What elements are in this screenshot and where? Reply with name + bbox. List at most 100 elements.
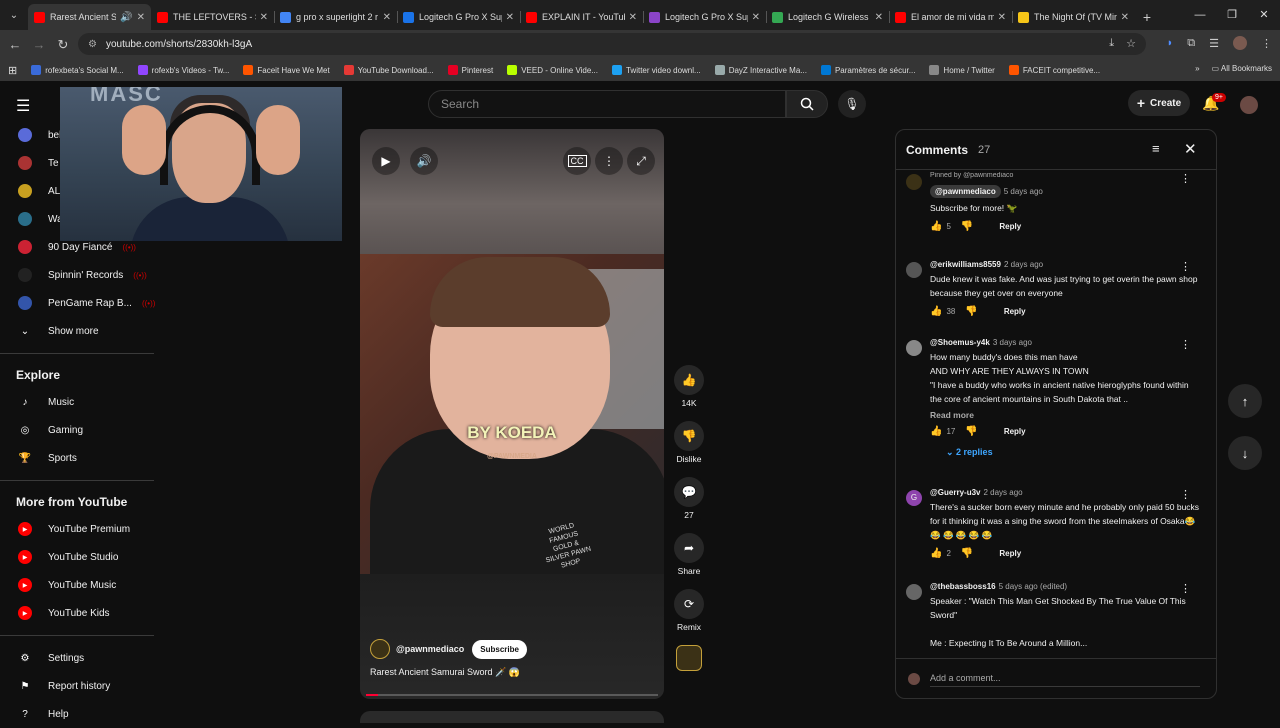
account-avatar[interactable] (1240, 96, 1258, 114)
more-from-youtube-item[interactable]: ▶ YouTube Music (0, 571, 154, 599)
tab-close-icon[interactable]: ✕ (383, 12, 391, 23)
tab-close-icon[interactable]: ✕ (875, 12, 883, 23)
bookmark-item[interactable]: YouTube Download... (343, 65, 434, 75)
subscription-item[interactable]: PenGame Rap B... ((•)) (0, 289, 155, 317)
chrome-menu-icon[interactable]: ⋮ (1261, 37, 1272, 50)
commenter-avatar[interactable] (906, 262, 922, 278)
bookmark-item[interactable]: Home / Twitter (929, 65, 995, 75)
comments-list[interactable]: Pinned by @pawnmediaco @pawnmediaco 5 days… (896, 172, 1216, 658)
reply-button[interactable]: Reply (1004, 307, 1026, 316)
subscription-item[interactable]: Spinnin' Records ((•)) (0, 261, 154, 289)
channel-avatar[interactable] (370, 639, 390, 659)
volume-button[interactable]: 🔊 (410, 147, 438, 175)
bookmark-item[interactable]: FACEIT competitive... (1008, 65, 1100, 75)
more-from-youtube-item[interactable]: ▶ YouTube Kids (0, 599, 154, 627)
install-app-icon[interactable]: ⤓ (1109, 37, 1114, 50)
settings-item[interactable]: ⚑ Report history (0, 672, 154, 700)
bookmark-item[interactable]: Paramètres de sécur... (820, 65, 915, 75)
more-from-youtube-item[interactable]: ▶ YouTube Studio (0, 543, 154, 571)
fullscreen-button[interactable]: ⤢ (627, 147, 655, 175)
comment-author[interactable]: @Shoemus-y4k (930, 338, 990, 347)
thumbs-down-icon[interactable]: 👎 (961, 548, 973, 559)
more-bookmarks-icon[interactable]: » (1195, 64, 1199, 73)
close-window-button[interactable]: ✕ (1248, 0, 1280, 30)
settings-item[interactable]: ? Help (0, 700, 154, 728)
dislike-action[interactable]: 👎 Dislike (672, 421, 706, 464)
comment-author[interactable]: @Guerry-u3v (930, 488, 980, 497)
next-short-button[interactable]: ↓ (1228, 436, 1262, 470)
captions-button[interactable]: CC (563, 147, 591, 175)
search-input[interactable]: Search (428, 90, 786, 118)
explore-item[interactable]: ♪ Music (0, 388, 154, 416)
explore-item[interactable]: ◎ Gaming (0, 416, 154, 444)
show-more-button[interactable]: ⌄ Show more (0, 317, 154, 345)
minimize-button[interactable]: — (1184, 0, 1216, 30)
more-options-button[interactable]: ⋮ (595, 147, 623, 175)
view-replies-button[interactable]: ⌄ 2 replies (946, 447, 1200, 458)
bookmark-item[interactable]: Pinterest (447, 65, 493, 75)
previous-short-button[interactable]: ↑ (1228, 384, 1262, 418)
reading-list-icon[interactable]: ☰ (1209, 37, 1219, 50)
close-icon[interactable]: ✕ (1184, 140, 1197, 158)
reply-button[interactable]: Reply (999, 549, 1021, 558)
browser-tab[interactable]: Rarest Ancient Sa 🔊 ✕ (28, 4, 151, 30)
browser-tab[interactable]: Logitech G Wireless G ✕ (766, 4, 889, 30)
url-bar[interactable]: ⚙ youtube.com/shorts/2830kh-l3gA ⤓ ☆ (78, 33, 1146, 55)
tab-close-icon[interactable]: ✕ (137, 12, 145, 23)
thumbs-down-icon[interactable]: 👎 (965, 306, 977, 317)
all-bookmarks[interactable]: ▭ All Bookmarks (1212, 64, 1272, 73)
channel-name[interactable]: @pawnmediaco (396, 644, 464, 654)
like-action[interactable]: 👍 14K (672, 365, 706, 408)
search-button[interactable] (786, 90, 828, 118)
bookmark-star-icon[interactable]: ☆ (1126, 37, 1136, 50)
settings-item[interactable]: ⚙ Settings (0, 644, 154, 672)
bookmark-item[interactable]: rofexb's Videos - Tw... (137, 65, 229, 75)
add-comment-input[interactable]: Add a comment... (930, 673, 1200, 687)
thumbs-down-icon[interactable]: 👎 (961, 221, 973, 232)
comments-action[interactable]: 💬 27 (672, 477, 706, 520)
tab-audio-icon[interactable]: 🔊 (120, 12, 132, 23)
thumbs-up-icon[interactable]: 👍 (930, 221, 942, 232)
tab-close-icon[interactable]: ✕ (998, 12, 1006, 23)
bookmark-item[interactable]: rofexbeta's Social M... (31, 65, 124, 75)
tab-close-icon[interactable]: ✕ (629, 12, 637, 23)
apps-grid-icon[interactable]: ⊞ (8, 64, 17, 77)
tab-close-icon[interactable]: ✕ (260, 12, 268, 23)
share-action[interactable]: ➦ Share (672, 533, 706, 576)
tab-close-icon[interactable]: ✕ (752, 12, 760, 23)
menu-icon[interactable]: ☰ (16, 96, 30, 116)
commenter-avatar[interactable] (906, 340, 922, 356)
extension-icon[interactable]: ◗ (1167, 37, 1174, 49)
site-info-icon[interactable]: ⚙ (88, 39, 97, 50)
back-icon[interactable]: ← (3, 37, 27, 52)
play-button[interactable]: ▶ (372, 147, 400, 175)
progress-bar[interactable] (366, 694, 658, 696)
bookmark-item[interactable]: Twitter video downl... (611, 65, 701, 75)
more-vert-icon[interactable]: ⋮ (1180, 488, 1191, 501)
tab-search-button[interactable]: ⌄ (0, 0, 28, 30)
next-short-preview[interactable] (360, 711, 664, 723)
tab-close-icon[interactable]: ✕ (506, 12, 514, 23)
more-vert-icon[interactable]: ⋮ (1180, 338, 1191, 351)
comment-author[interactable]: @thebassboss16 (930, 582, 996, 591)
reload-icon[interactable]: ↻ (51, 37, 75, 53)
browser-tab[interactable]: The Night Of (TV Min ✕ (1012, 4, 1135, 30)
thumbs-down-icon[interactable]: 👎 (965, 426, 977, 437)
browser-tab[interactable]: g pro x superlight 2 r ✕ (274, 4, 397, 30)
more-vert-icon[interactable]: ⋮ (1180, 582, 1191, 595)
commenter-avatar[interactable] (906, 174, 922, 190)
bookmark-item[interactable]: DayZ Interactive Ma... (714, 65, 807, 75)
thumbs-up-icon[interactable]: 👍 (930, 306, 942, 317)
bookmark-item[interactable]: VEED - Online Vide... (507, 65, 598, 75)
extensions-puzzle-icon[interactable]: ⧉ (1187, 37, 1195, 50)
reply-button[interactable]: Reply (999, 222, 1021, 231)
more-vert-icon[interactable]: ⋮ (1180, 260, 1191, 273)
commenter-avatar[interactable] (906, 584, 922, 600)
more-vert-icon[interactable]: ⋮ (1180, 172, 1191, 185)
sort-icon[interactable]: ≡ (1152, 141, 1160, 156)
voice-search-button[interactable]: 🎙 (838, 90, 866, 118)
create-button[interactable]: + Create (1128, 90, 1190, 116)
browser-tab[interactable]: Logitech G Pro X Sup ✕ (643, 4, 766, 30)
forward-icon[interactable]: → (27, 37, 51, 52)
profile-avatar[interactable] (1233, 36, 1247, 50)
